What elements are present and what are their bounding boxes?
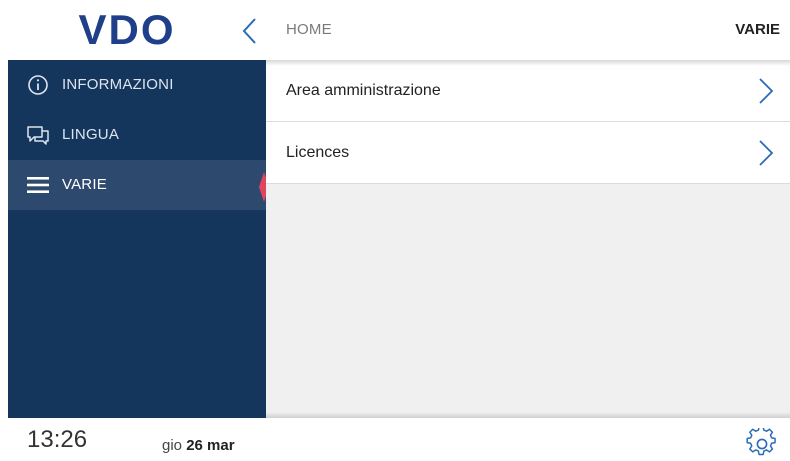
menu-icon [27, 177, 49, 193]
list-item-label: Licences [286, 144, 350, 161]
vdo-logo: VDO [78, 12, 175, 48]
chevron-right-icon [759, 140, 774, 166]
list-item-licences[interactable]: Licences [266, 122, 790, 184]
chevron-right-icon [759, 78, 774, 104]
list-item-area-amministrazione[interactable]: Area amministrazione [266, 60, 790, 122]
clock: 13:26 [27, 426, 88, 453]
sidebar-item-label: LINGUA [62, 126, 120, 143]
chat-icon [27, 126, 49, 145]
top-bar: VDO HOME VARIE [0, 0, 790, 60]
list-item-label: Area amministrazione [286, 82, 441, 99]
date-day: gio [162, 437, 183, 454]
sidebar-item-label: INFORMAZIONI [62, 76, 174, 93]
logo-text: VDO [78, 12, 175, 48]
sidebar-item-informazioni[interactable]: INFORMAZIONI [8, 60, 266, 110]
sidebar-item-varie[interactable]: VARIE [8, 160, 266, 210]
page-title: VARIE [735, 21, 780, 38]
date-value: 26 mar [186, 437, 235, 454]
sidebar-item-label: VARIE [62, 176, 107, 193]
status-bar: 13:26 gio 26 mar [0, 418, 790, 461]
gear-icon[interactable] [746, 428, 778, 460]
content-panel: Area amministrazione Licences [266, 60, 790, 418]
breadcrumb[interactable]: HOME [286, 21, 332, 38]
back-chevron-icon[interactable] [236, 16, 264, 46]
date-display: gio 26 mar [162, 437, 235, 454]
sidebar-item-lingua[interactable]: LINGUA [8, 110, 266, 160]
info-icon [28, 75, 48, 95]
sidebar: INFORMAZIONI LINGUA VARIE [8, 60, 266, 418]
